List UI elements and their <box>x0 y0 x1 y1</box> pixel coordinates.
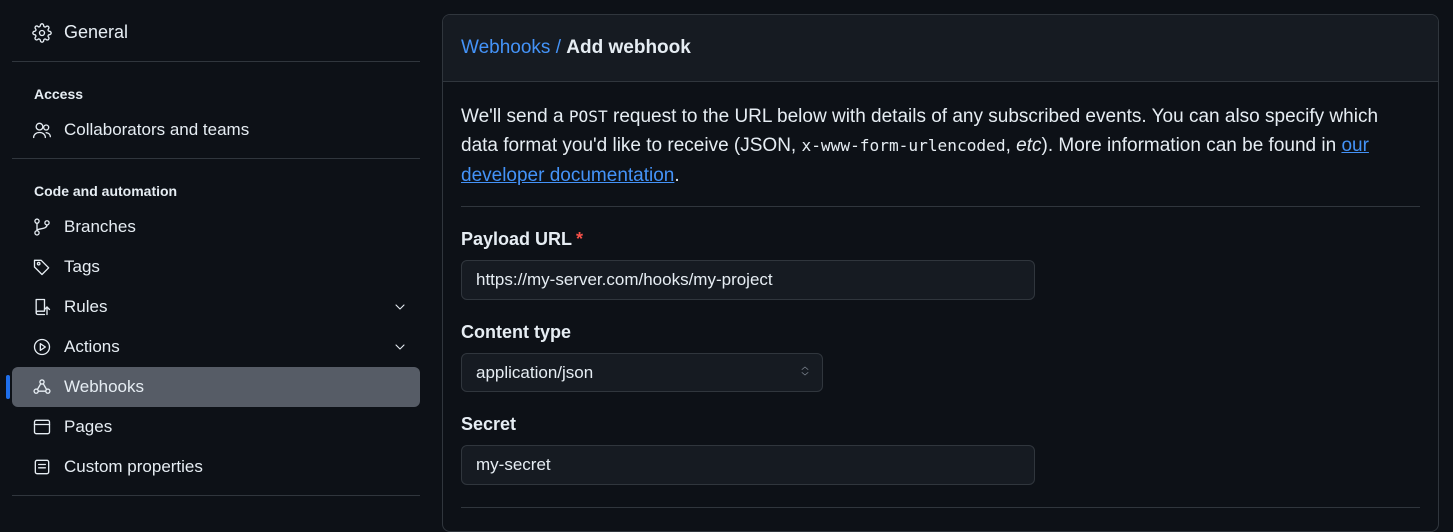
sidebar-item-label: Branches <box>64 217 408 237</box>
sidebar-item-pages[interactable]: Pages <box>12 407 420 447</box>
main-content: Webhooks / Add webhook We'll send a POST… <box>432 0 1453 532</box>
repo-push-icon <box>32 297 52 317</box>
sidebar-item-label: Actions <box>64 337 380 357</box>
sidebar-item-collaborators[interactable]: Collaborators and teams <box>12 110 420 150</box>
chevron-down-icon <box>392 339 408 355</box>
sidebar-item-tags[interactable]: Tags <box>12 247 420 287</box>
chevron-down-icon <box>392 299 408 315</box>
sidebar-item-custom-properties[interactable]: Custom properties <box>12 447 420 487</box>
settings-sidebar: General Access Collaborators and teams C… <box>0 0 432 532</box>
secret-group: Secret <box>461 414 1420 485</box>
gear-icon <box>32 23 52 43</box>
sidebar-item-label: Rules <box>64 297 380 317</box>
browser-icon <box>32 417 52 437</box>
breadcrumb-current: Add webhook <box>566 37 691 58</box>
payload-url-label: Payload URL* <box>461 229 1420 250</box>
sidebar-item-label: Webhooks <box>64 377 408 397</box>
post-code: POST <box>569 107 608 126</box>
encoding-code: x-www-form-urlencoded <box>802 136 1006 155</box>
content-type-group: Content type application/json <box>461 322 1420 392</box>
note-icon <box>32 457 52 477</box>
secret-label: Secret <box>461 414 1420 435</box>
sidebar-item-general[interactable]: General <box>12 12 420 53</box>
payload-url-group: Payload URL* <box>461 229 1420 300</box>
intro-text: We'll send a POST request to the URL bel… <box>461 102 1420 207</box>
sidebar-item-label: Custom properties <box>64 457 408 477</box>
play-circle-icon <box>32 337 52 357</box>
form-divider <box>461 507 1420 508</box>
sidebar-item-label: Pages <box>64 417 408 437</box>
required-asterisk: * <box>576 229 583 249</box>
secret-input[interactable] <box>461 445 1035 485</box>
breadcrumb-separator: / <box>550 37 566 58</box>
git-branch-icon <box>32 217 52 237</box>
sidebar-item-actions[interactable]: Actions <box>12 327 420 367</box>
sidebar-item-label: Collaborators and teams <box>64 120 408 140</box>
payload-url-input[interactable] <box>461 260 1035 300</box>
webhook-panel: Webhooks / Add webhook We'll send a POST… <box>442 14 1439 532</box>
webhook-icon <box>32 377 52 397</box>
sidebar-item-label: Tags <box>64 257 408 277</box>
tag-icon <box>32 257 52 277</box>
content-type-select[interactable]: application/json <box>461 353 823 392</box>
sidebar-item-branches[interactable]: Branches <box>12 207 420 247</box>
content-type-label: Content type <box>461 322 1420 343</box>
people-icon <box>32 120 52 140</box>
breadcrumb-parent-link[interactable]: Webhooks <box>461 37 550 58</box>
sidebar-heading-access: Access <box>12 70 420 110</box>
sidebar-heading-code: Code and automation <box>12 167 420 207</box>
sidebar-item-webhooks[interactable]: Webhooks <box>12 367 420 407</box>
sidebar-item-rules[interactable]: Rules <box>12 287 420 327</box>
sidebar-item-label: General <box>64 22 408 43</box>
breadcrumb: Webhooks / Add webhook <box>443 15 1438 82</box>
